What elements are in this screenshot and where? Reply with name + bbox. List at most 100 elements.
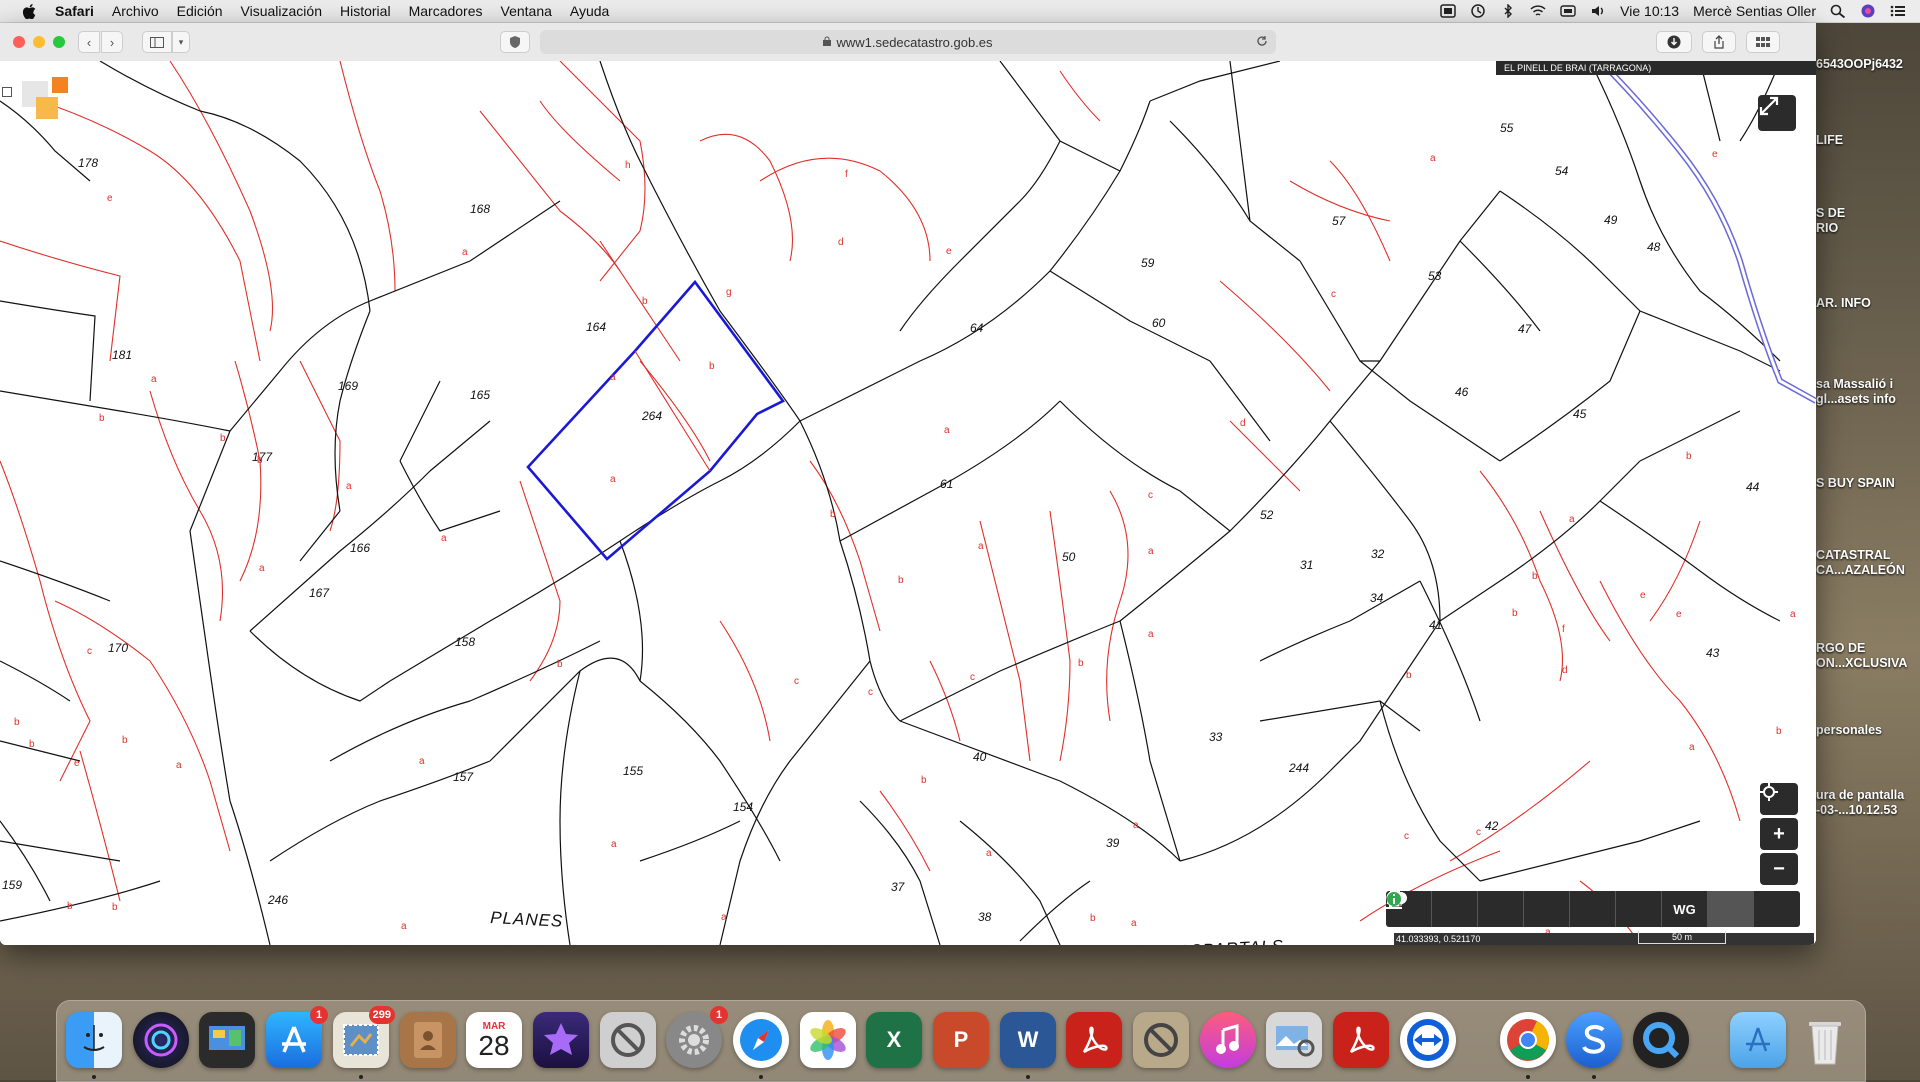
menu-archivo[interactable]: Archivo <box>103 3 168 19</box>
siri-dock-icon[interactable] <box>133 1012 189 1068</box>
notification-center-icon[interactable] <box>1890 4 1906 18</box>
sidebar-button[interactable] <box>142 31 172 53</box>
desktop-file-label[interactable]: -03-...10.12.53 <box>1816 803 1897 818</box>
powerpoint-dock-icon[interactable]: P <box>933 1012 989 1068</box>
measure-button[interactable] <box>1387 891 1570 927</box>
desktop-file-label[interactable]: AR. INFO <box>1816 296 1871 311</box>
zoom-in-button[interactable]: + <box>1760 818 1798 850</box>
skype-dock-icon[interactable] <box>1566 1012 1622 1068</box>
app-store-dock-icon[interactable]: 1 <box>266 1006 328 1068</box>
svg-text:a: a <box>1689 742 1695 753</box>
svg-text:a: a <box>721 912 727 923</box>
menu-app-name[interactable]: Safari <box>46 3 103 19</box>
zoom-window-button[interactable] <box>53 36 65 48</box>
svg-text:b: b <box>709 361 715 372</box>
expand-icon <box>1759 96 1779 116</box>
finder-dock-icon[interactable] <box>66 1012 122 1068</box>
system-preferences-dock-icon[interactable]: 1 <box>666 1006 728 1068</box>
locate-button[interactable] <box>1760 783 1798 815</box>
menu-marcadores[interactable]: Marcadores <box>400 3 492 19</box>
desktop-file-label[interactable]: CATASTRAL <box>1816 548 1891 563</box>
tab-overview-button[interactable] <box>1746 31 1780 53</box>
close-window-button[interactable] <box>13 36 25 48</box>
info-button[interactable] <box>1387 891 1800 927</box>
wifi-icon[interactable] <box>1530 4 1546 18</box>
cadastral-map[interactable]: 178 168 181 169 165 164 264 177 166 167 … <box>0 61 1816 945</box>
menu-ayuda[interactable]: Ayuda <box>561 3 618 19</box>
reload-icon[interactable] <box>1256 35 1268 50</box>
fullscreen-button[interactable] <box>1758 95 1796 131</box>
menu-edicion[interactable]: Edición <box>168 3 232 19</box>
photo-booth-dock-icon[interactable] <box>199 1012 255 1068</box>
svg-text:b: b <box>67 901 73 912</box>
word-dock-icon[interactable]: W <box>1000 1012 1056 1068</box>
desktop-file-label[interactable]: sa Massalió i <box>1816 377 1893 392</box>
time-machine-icon[interactable] <box>1470 4 1486 18</box>
quicktime-dock-icon[interactable] <box>1633 1012 1689 1068</box>
desktop-file-label[interactable]: ura de pantalla <box>1816 788 1904 803</box>
downloads-button[interactable] <box>1656 31 1692 53</box>
bluetooth-icon[interactable] <box>1500 3 1516 19</box>
music-dock-icon[interactable] <box>1200 1012 1256 1068</box>
desktop-file-label[interactable]: S DE <box>1816 206 1845 221</box>
search-map-button[interactable] <box>1386 891 1478 927</box>
calendar-dock-icon[interactable]: MAR 28 <box>466 1012 522 1068</box>
applications-folder-dock-icon[interactable] <box>1730 1012 1786 1068</box>
desktop-file-label[interactable]: RGO DE <box>1816 641 1865 656</box>
imovie-dock-icon[interactable] <box>533 1012 589 1068</box>
layers-button[interactable] <box>1386 891 1524 927</box>
desktop-file-label[interactable]: gl...asets info <box>1816 392 1896 407</box>
acrobat2-dock-icon[interactable] <box>1333 1012 1389 1068</box>
menubar-user[interactable]: Mercè Sentias Oller <box>1693 3 1816 19</box>
svg-text:d: d <box>838 237 844 248</box>
desktop-file-label[interactable]: RIO <box>1816 221 1838 236</box>
teamviewer-dock-icon[interactable] <box>1400 1012 1456 1068</box>
keyboard-icon[interactable] <box>1560 4 1576 18</box>
running-indicator <box>1592 1075 1596 1079</box>
mail-dock-icon[interactable]: 299 <box>333 1006 395 1068</box>
volume-icon[interactable] <box>1590 4 1606 18</box>
chrome-dock-icon[interactable] <box>1500 1012 1556 1068</box>
print-button[interactable] <box>1387 891 1616 927</box>
preview-dock-icon[interactable] <box>1266 1012 1322 1068</box>
menubar-clock[interactable]: Vie 10:13 <box>1620 3 1679 19</box>
select-checkbox[interactable] <box>2 87 12 97</box>
photos-dock-icon[interactable] <box>800 1012 856 1068</box>
svg-text:h: h <box>625 160 631 171</box>
parcel-info-button[interactable] <box>1386 891 1662 927</box>
svg-text:f: f <box>1562 624 1565 635</box>
menu-visualizacion[interactable]: Visualización <box>232 3 331 19</box>
running-indicator <box>759 1075 763 1079</box>
photo-button[interactable] <box>1387 891 1754 927</box>
utility-dock-icon[interactable] <box>600 1012 656 1068</box>
contacts-dock-icon[interactable] <box>400 1012 456 1068</box>
address-bar[interactable]: www1.sedecatastro.gob.es <box>540 30 1276 54</box>
siri-icon[interactable] <box>1860 4 1876 18</box>
menu-historial[interactable]: Historial <box>331 3 400 19</box>
display-icon[interactable] <box>1440 4 1456 18</box>
desktop-file-label[interactable]: ON...XCLUSIVA <box>1816 656 1907 671</box>
share-button[interactable] <box>1702 31 1736 53</box>
excel-dock-icon[interactable]: X <box>866 1012 922 1068</box>
back-button[interactable]: ‹ <box>78 31 100 53</box>
trash-dock-icon[interactable] <box>1797 1012 1853 1068</box>
safari-dock-icon[interactable] <box>733 1012 789 1068</box>
desktop-file-label[interactable]: LIFE <box>1816 133 1843 148</box>
map-canvas[interactable]: 178 168 181 169 165 164 264 177 166 167 … <box>0 61 1816 945</box>
desktop-file-label[interactable]: 6543OOPj6432 <box>1816 57 1903 72</box>
menu-ventana[interactable]: Ventana <box>492 3 561 19</box>
wg-button[interactable]: WG <box>1662 891 1708 927</box>
desktop-file-label[interactable]: S BUY SPAIN <box>1816 476 1895 491</box>
acrobat-dock-icon[interactable] <box>1066 1012 1122 1068</box>
desktop-file-label[interactable]: personales <box>1816 723 1882 738</box>
utility2-dock-icon[interactable] <box>1133 1012 1189 1068</box>
privacy-report-button[interactable] <box>500 31 530 53</box>
zoom-out-button[interactable]: − <box>1760 853 1798 885</box>
sidebar-menu-button[interactable]: ▾ <box>172 31 190 53</box>
minimize-window-button[interactable] <box>33 36 45 48</box>
apple-icon[interactable] <box>18 0 40 22</box>
forward-button[interactable]: › <box>101 31 123 53</box>
spotlight-icon[interactable] <box>1830 4 1846 19</box>
desktop-file-label[interactable]: CA...AZALEÓN <box>1816 563 1905 578</box>
svg-text:e: e <box>107 193 113 204</box>
